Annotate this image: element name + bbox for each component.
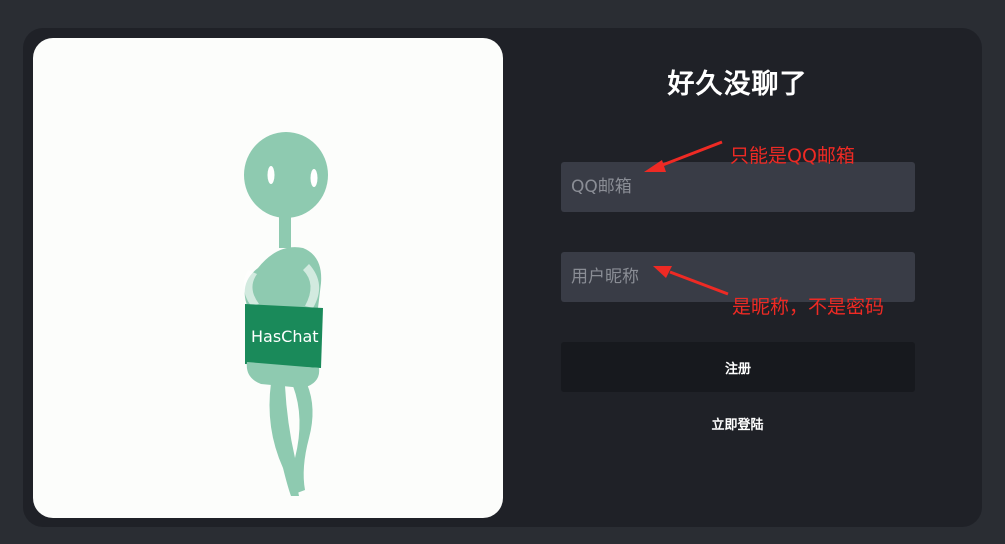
- shirt-text: HasChat: [251, 327, 319, 346]
- email-annotation: 只能是QQ邮箱: [730, 145, 855, 167]
- register-button[interactable]: 注册: [561, 342, 915, 392]
- mascot-illustration: HasChat: [33, 38, 503, 518]
- login-link[interactable]: 立即登陆: [560, 414, 915, 433]
- email-input[interactable]: [561, 162, 915, 212]
- stick-figure-mascot-icon: HasChat: [243, 132, 328, 496]
- nickname-annotation: 是昵称，不是密码: [732, 296, 885, 318]
- page-title: 好久没聊了: [667, 69, 808, 100]
